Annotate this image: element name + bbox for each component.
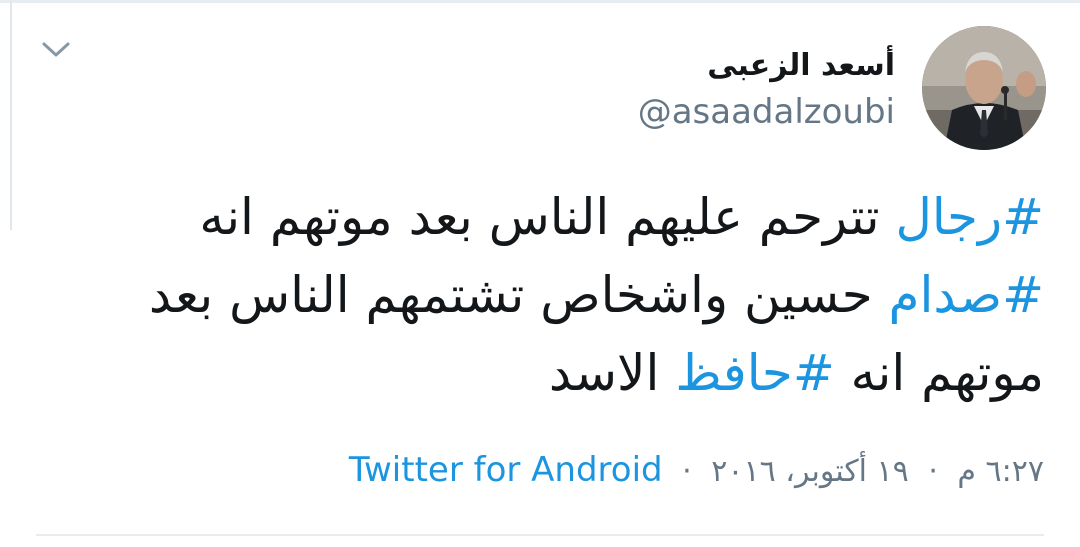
tweet-text-segment: الاسد bbox=[548, 344, 676, 402]
scroll-edge bbox=[0, 0, 12, 230]
hashtag-link[interactable]: #صدام bbox=[889, 266, 1044, 324]
author-name[interactable]: أسعد الزعبى bbox=[707, 48, 895, 83]
divider bbox=[36, 534, 1044, 536]
tweet-text-segment: تترحم عليهم الناس بعد موتهم انه bbox=[199, 188, 896, 246]
tweet-menu-button[interactable] bbox=[38, 38, 74, 66]
meta-separator: · bbox=[928, 454, 938, 489]
top-border bbox=[0, 0, 1080, 3]
chevron-down-icon bbox=[41, 41, 71, 63]
hashtag-link[interactable]: #حافظ bbox=[675, 344, 834, 402]
tweet-meta: ٦:٢٧ م · ١٩ أكتوبر، ٢٠١٦ · Twitter for A… bbox=[349, 450, 1044, 490]
tweet-source-link[interactable]: Twitter for Android bbox=[349, 450, 663, 490]
meta-separator: · bbox=[682, 454, 692, 489]
avatar[interactable] bbox=[922, 26, 1046, 150]
tweet-time[interactable]: ٦:٢٧ م bbox=[957, 454, 1044, 489]
author-handle[interactable]: @asaadalzoubi bbox=[638, 92, 895, 132]
tweet-text: #رجال تترحم عليهم الناس بعد موتهم انه #ص… bbox=[94, 178, 1044, 412]
tweet-date[interactable]: ١٩ أكتوبر، ٢٠١٦ bbox=[711, 454, 909, 489]
hashtag-link[interactable]: #رجال bbox=[895, 188, 1044, 246]
